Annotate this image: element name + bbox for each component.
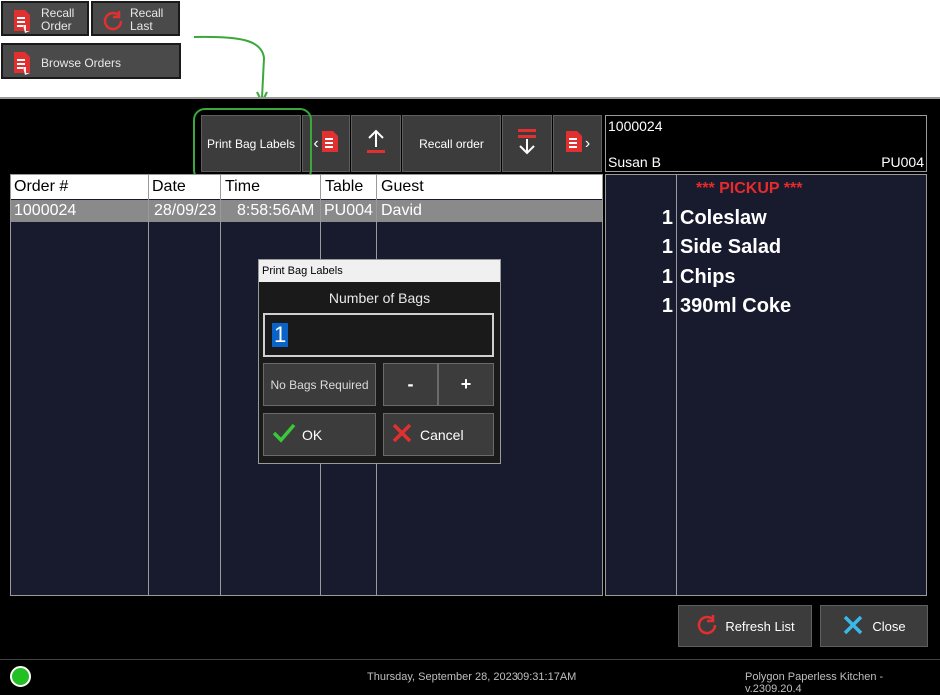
header-time[interactable]: Time <box>225 178 260 196</box>
bag-count-value: 1 <box>272 322 289 347</box>
document-icon <box>565 130 583 157</box>
legend-recall-order-button[interactable]: Recall Order <box>1 1 89 36</box>
ticket-divider <box>676 174 677 596</box>
cancel-button[interactable]: Cancel <box>383 413 494 456</box>
orders-header-row <box>11 175 602 199</box>
refresh-list-button[interactable]: Refresh List <box>678 605 812 647</box>
status-time: 09:31:17AM <box>517 671 577 683</box>
app-version: Polygon Paperless Kitchen - v.2309.20.4 <box>745 671 884 695</box>
table-code: PU004 <box>881 154 924 170</box>
ticket-item-qty: 1 <box>661 295 673 317</box>
annotation-highlight <box>193 108 312 182</box>
column-divider <box>220 174 221 596</box>
decrement-button[interactable]: - <box>383 363 438 406</box>
legend-recall-last-button[interactable]: Recall Last <box>91 1 180 36</box>
no-bags-required-button[interactable]: No Bags Required <box>263 363 376 406</box>
cell-guest: David <box>381 202 422 219</box>
header-order-number[interactable]: Order # <box>14 178 68 196</box>
cell-date: 28/09/23 <box>154 202 217 219</box>
ticket-item-name: Side Salad <box>680 236 782 258</box>
order-number: 1000024 <box>608 118 663 134</box>
close-label: Close <box>872 618 906 634</box>
ticket-item-name: Chips <box>680 266 736 288</box>
dialog-title: Print Bag Labels <box>262 265 343 277</box>
cell-time: 8:58:56AM <box>237 202 315 219</box>
recall-order-button[interactable]: Recall order <box>402 115 501 172</box>
cancel-label: Cancel <box>420 426 464 443</box>
close-icon <box>392 423 412 446</box>
header-date[interactable]: Date <box>152 178 186 196</box>
next-document-button[interactable]: › <box>553 115 602 172</box>
document-icon <box>321 130 339 157</box>
header-table[interactable]: Table <box>325 178 363 196</box>
arrow-down-icon <box>516 127 538 160</box>
dialog-label: Number of Bags <box>328 290 431 306</box>
ok-button[interactable]: OK <box>263 413 376 456</box>
close-button[interactable]: Close <box>820 605 928 647</box>
move-down-button[interactable] <box>502 115 552 172</box>
ok-label: OK <box>302 426 323 443</box>
ticket-item-name: Coleslaw <box>680 207 767 229</box>
bag-count-input[interactable]: 1 <box>263 313 494 357</box>
annotation-arrow <box>193 35 268 105</box>
ticket-item-qty: 1 <box>661 266 673 288</box>
check-icon <box>272 422 296 447</box>
ticket-item-qty: 1 <box>661 207 673 229</box>
refresh-list-label: Refresh List <box>725 618 795 634</box>
order-info-panel: 1000024 Susan B PU004 <box>605 115 927 172</box>
cell-order-number: 1000024 <box>14 202 77 219</box>
dialog-title-bar: Print Bag Labels <box>259 260 500 282</box>
close-icon <box>842 614 864 639</box>
status-indicator <box>10 666 31 687</box>
chevron-left-icon: ‹ <box>313 134 319 152</box>
ticket-header: *** PICKUP *** <box>696 180 803 197</box>
refresh-icon <box>695 613 719 640</box>
increment-button[interactable]: + <box>438 363 494 406</box>
move-up-button[interactable] <box>351 115 401 172</box>
header-guest[interactable]: Guest <box>381 178 424 196</box>
legend-recall-last-label: Recall Last <box>130 6 164 33</box>
arrow-up-icon <box>365 128 387 159</box>
status-date: Thursday, September 28, 2023 <box>367 671 518 683</box>
legend-recall-order-label: Recall Order <box>41 6 75 33</box>
refresh-icon <box>101 9 125 36</box>
chevron-right-icon: › <box>584 134 591 152</box>
column-divider <box>148 174 149 596</box>
ticket-item-name: 390ml Coke <box>680 295 792 317</box>
cell-table: PU004 <box>324 202 373 219</box>
server-name: Susan B <box>608 154 661 170</box>
document-icon <box>13 51 31 78</box>
ticket-item-qty: 1 <box>661 236 673 258</box>
legend-browse-orders-label: Browse Orders <box>41 56 122 70</box>
legend-browse-orders-button[interactable]: Browse Orders <box>1 43 181 79</box>
document-icon <box>13 9 30 33</box>
